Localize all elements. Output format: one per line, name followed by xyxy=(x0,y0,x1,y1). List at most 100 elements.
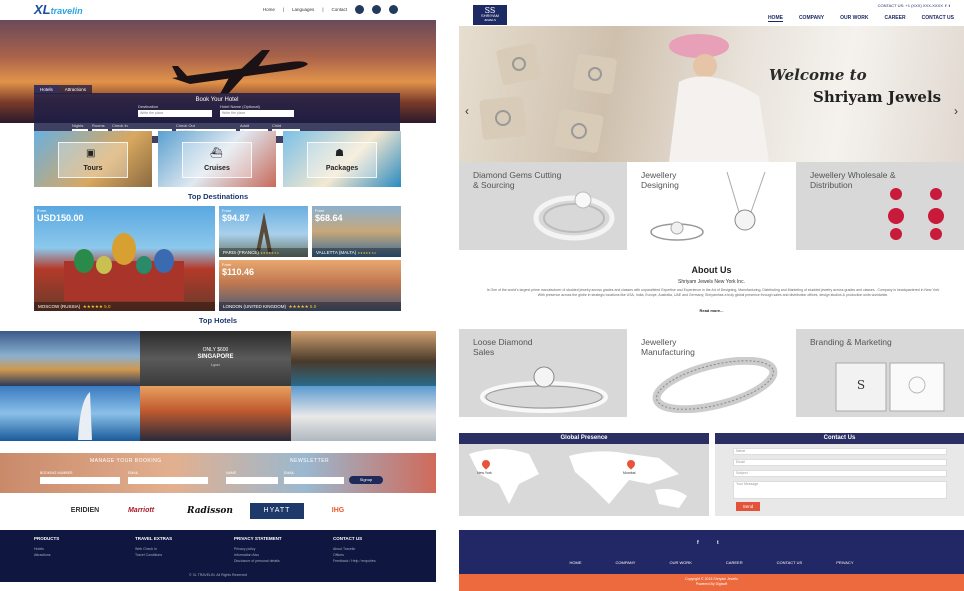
partner-logo[interactable]: Marriott xyxy=(118,503,164,519)
footer-nav-home[interactable]: HOME xyxy=(570,560,582,565)
contact-message-textarea[interactable]: Your Message xyxy=(733,481,947,499)
footer-nav-career[interactable]: CAREER xyxy=(726,560,743,565)
eternity-band-image xyxy=(652,357,778,413)
destination-card-paris[interactable]: From $94.87 PARIS (FRANCE) ★★★★★ 5.0 xyxy=(219,206,308,257)
signup-button[interactable]: Signup xyxy=(349,476,383,484)
contact-subject-input[interactable]: Subject xyxy=(733,470,947,477)
service-title: Jewellery Manufacturing xyxy=(641,337,695,357)
hotel-tile[interactable] xyxy=(0,386,140,441)
destination-input[interactable]: Write the place xyxy=(138,110,212,117)
service-box-gems-cutting[interactable]: Diamond Gems Cutting & Sourcing xyxy=(459,162,627,250)
category-packages[interactable]: ☗ Packages xyxy=(283,131,401,187)
facebook-icon[interactable] xyxy=(355,5,364,14)
category-cruises[interactable]: ⛴ Cruises xyxy=(158,131,276,187)
hero-brand-text: Shriyam Jewels xyxy=(813,88,942,106)
footer-heading: PRODUCTS xyxy=(34,536,60,541)
contact-email-input[interactable]: Email xyxy=(733,459,947,466)
footer-link[interactable]: Hotels xyxy=(34,547,44,551)
footer-nav-company[interactable]: COMPANY xyxy=(616,560,636,565)
twitter-icon[interactable] xyxy=(372,5,381,14)
service-box-branding[interactable]: Branding & Marketing S xyxy=(796,329,964,417)
nav-career[interactable]: CAREER xyxy=(884,15,905,22)
footer-link[interactable]: Disclosure of personal details xyxy=(234,559,280,563)
category-label: Packages xyxy=(325,165,359,172)
destination-card-valletta[interactable]: From $68.64 VALLETTA (MALTA) ★★★★★ 5.0 xyxy=(312,206,401,257)
newsletter-email-label: EMAIL xyxy=(284,471,295,475)
partner-logo[interactable]: HYATT xyxy=(250,503,304,519)
booking-title: Book Your Hotel xyxy=(195,97,239,103)
nav-languages[interactable]: Languages xyxy=(292,7,314,12)
newsletter-name-input[interactable] xyxy=(226,477,278,484)
service-title: Branding & Marketing xyxy=(810,337,892,347)
destination-caption: MOSCOW (RUSSIA) ★★★★★ 5.0 xyxy=(34,302,215,311)
category-tours[interactable]: ▣ Tours xyxy=(34,131,152,187)
slider-prev-arrow[interactable]: ‹ xyxy=(465,104,469,118)
featured-subtitle: Lyon xyxy=(211,362,220,367)
travel-site-screenshot: XLtravelin Home | Languages | Contact Hote… xyxy=(0,0,436,591)
destination-price: From USD150.00 xyxy=(37,208,84,223)
destination-card-london[interactable]: From $110.46 LONDON (UNITED KINGDOM) ★★★★… xyxy=(219,260,401,311)
child-label: Child xyxy=(272,123,282,128)
newsletter-email-input[interactable] xyxy=(284,477,344,484)
nights-label: Nights xyxy=(72,123,84,128)
service-box-loose-diamonds[interactable]: Loose Diamond Sales xyxy=(459,329,627,417)
footer-link[interactable]: Information Also xyxy=(234,553,259,557)
email-label: EMAIL xyxy=(128,471,139,475)
footer-nav-privacy[interactable]: PRIVACY xyxy=(836,560,853,565)
destination-price: From $110.46 xyxy=(222,262,255,277)
about-title: About Us xyxy=(691,265,732,275)
facebook-icon[interactable]: f xyxy=(697,540,699,546)
email-input[interactable] xyxy=(128,477,208,484)
nav-home[interactable]: Home xyxy=(263,7,275,12)
jewelry-hero-slider: ‹ › Welcome to Shriyam Jewels xyxy=(459,26,964,162)
service-box-wholesale[interactable]: Jewellery Wholesale & Distribution xyxy=(796,162,964,250)
footer-link[interactable]: Offices xyxy=(333,553,344,557)
instagram-icon[interactable] xyxy=(389,5,398,14)
footer-nav: HOME COMPANY OUR WORK CAREER CONTACT US … xyxy=(459,560,964,565)
slider-next-arrow[interactable]: › xyxy=(954,104,958,118)
send-button[interactable]: Send xyxy=(736,502,760,511)
adult-label: Adult xyxy=(240,123,250,128)
hotel-name-input[interactable]: Write the place xyxy=(220,110,294,117)
hotel-tile[interactable] xyxy=(291,331,436,386)
top-destinations-title: Top Destinations xyxy=(187,192,249,201)
footer-nav-contact-us[interactable]: CONTACT US xyxy=(777,560,803,565)
footer-link[interactable]: Travel Conditions xyxy=(135,553,162,557)
footer-nav-our-work[interactable]: OUR WORK xyxy=(669,560,691,565)
footer-link[interactable]: Attractions xyxy=(34,553,51,557)
footer-link[interactable]: Privacy policy xyxy=(234,547,255,551)
shriyam-logo[interactable]: SS SHRIYAM JEWELS xyxy=(473,5,507,25)
moscow-cathedral-image xyxy=(64,233,184,301)
powered-by-text: Powered By Digisoft xyxy=(695,582,728,586)
hotel-tile-featured[interactable]: ONLY $600 SINGAPORE Lyon xyxy=(140,331,291,386)
read-more-link[interactable]: Read more... xyxy=(459,308,964,313)
destination-card-moscow[interactable]: From USD150.00 MOSCOW (RUSSIA) ★★★★★ 5.0 xyxy=(34,206,215,311)
partner-logo[interactable]: IHG xyxy=(320,503,356,519)
contact-form-title: Contact Us xyxy=(715,433,964,444)
footer-link[interactable]: Web Check In xyxy=(135,547,157,551)
partner-logo[interactable]: ERIDIEN xyxy=(62,503,108,519)
hotel-tile[interactable] xyxy=(0,331,140,386)
service-box-designing[interactable]: Jewellery Designing xyxy=(627,162,796,250)
global-presence-title: Global Presence xyxy=(459,433,709,444)
service-title: Loose Diamond Sales xyxy=(473,337,533,357)
travel-logo[interactable]: XLtravelin xyxy=(34,2,83,17)
hotel-tile[interactable] xyxy=(140,386,291,441)
footer-link[interactable]: Feedback / Help / enquiries xyxy=(333,559,376,563)
nav-contact[interactable]: Contact xyxy=(331,7,347,12)
world-map[interactable]: New York Mumbai xyxy=(459,444,709,516)
partner-logo[interactable]: Radisson xyxy=(180,503,240,519)
contact-name-input[interactable]: Name xyxy=(733,448,947,455)
hotel-tile[interactable] xyxy=(291,386,436,441)
nav-contact-us[interactable]: CONTACT US xyxy=(922,15,954,22)
nav-company[interactable]: COMPANY xyxy=(799,15,824,22)
footer-link[interactable]: About Travelin xyxy=(333,547,355,551)
service-box-manufacturing[interactable]: Jewellery Manufacturing xyxy=(627,329,796,417)
booking-number-input[interactable] xyxy=(40,477,120,484)
category-label: Cruises xyxy=(204,165,230,172)
about-us-section: About Us Shriyam Jewels New York Inc. Is… xyxy=(459,262,964,322)
jewelry-site-screenshot: SS SHRIYAM JEWELS CONTACT US: +1 (XXX) X… xyxy=(459,0,964,591)
nav-home[interactable]: HOME xyxy=(767,15,783,22)
twitter-icon[interactable]: t xyxy=(717,540,719,546)
nav-our-work[interactable]: OUR WORK xyxy=(840,15,868,22)
